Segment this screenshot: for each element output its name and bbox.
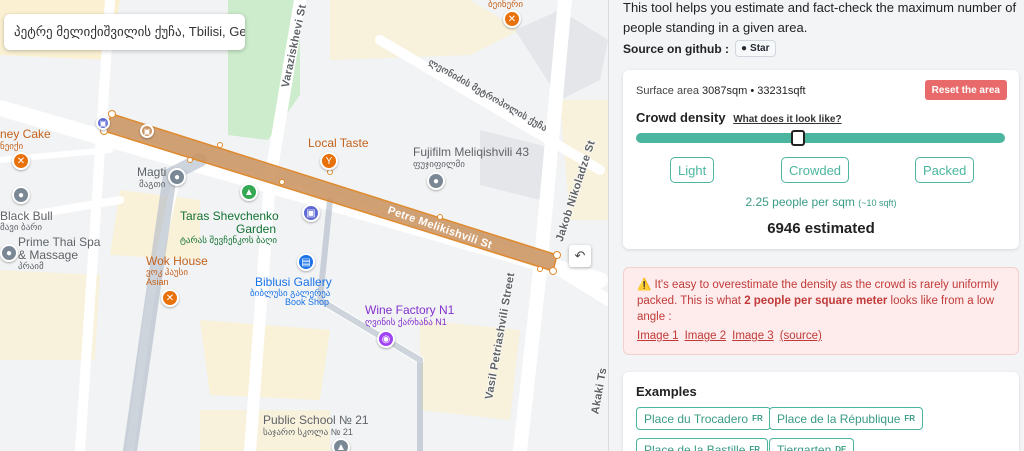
shop-icon[interactable]: ● bbox=[168, 168, 186, 186]
examples-card: Examples Place du Trocadero FR Place de l… bbox=[623, 372, 1019, 451]
github-icon: ● bbox=[741, 43, 748, 54]
poi-magti-ka: მაგთი bbox=[139, 179, 166, 189]
density-help-link[interactable]: What does it look like? bbox=[733, 114, 841, 125]
warning-icon: ⚠️ bbox=[637, 279, 655, 291]
estimate-total: 6946 estimated bbox=[767, 220, 875, 237]
bus-stop-icon[interactable]: ▣ bbox=[140, 124, 154, 138]
example-tag: DE bbox=[835, 445, 847, 451]
image-1-link[interactable]: Image 1 bbox=[637, 330, 679, 342]
poi-public-school-ka: საჯარო სკოლა № 21 bbox=[263, 427, 353, 437]
search-box[interactable]: პეტრე მელიქიშვილის ქუჩა, Tbilisi, Ge... bbox=[4, 14, 245, 50]
school-icon[interactable]: ▲ bbox=[332, 438, 350, 451]
surface-value: 3087sqm • 33231sqft bbox=[702, 85, 806, 97]
spa-icon[interactable]: ● bbox=[0, 244, 18, 262]
poi-fujifilm-ka: ფუჯიფილმი bbox=[413, 159, 465, 169]
example-label: Place de la République bbox=[777, 411, 901, 426]
poi-prime-thai-ka: პრაიმ bbox=[18, 261, 44, 271]
ppl-value: 2.25 people per sqm bbox=[745, 195, 855, 209]
poi-top-ka: ბეინერი bbox=[488, 0, 523, 9]
undo-icon[interactable]: ↶ bbox=[569, 245, 591, 267]
poi-taras-ka: ტარას შევჩენკოს ბაღი bbox=[180, 235, 278, 245]
poi-magti[interactable]: Magti bbox=[137, 165, 166, 179]
poi-biblusi-sub: Book Shop bbox=[285, 297, 330, 307]
example-label: Tiergarten bbox=[777, 442, 832, 451]
github-row: Source on github : ● Star bbox=[623, 40, 776, 57]
camera-icon[interactable]: ◉ bbox=[377, 330, 395, 348]
reset-area-button[interactable]: Reset the area bbox=[924, 80, 1007, 100]
github-star-button[interactable]: ● Star bbox=[735, 40, 776, 57]
bar-icon[interactable]: ● bbox=[12, 186, 30, 204]
warning-links: Image 1 Image 2 Image 3 (source) bbox=[637, 330, 822, 342]
example-tiergarten-button[interactable]: Tiergarten DE bbox=[769, 438, 855, 451]
example-trocadero-button[interactable]: Place du Trocadero FR bbox=[636, 407, 771, 430]
warning-text: ⚠️ It's easy to overestimate the density… bbox=[637, 277, 1012, 325]
poi-local-taste[interactable]: Local Taste bbox=[308, 136, 369, 150]
image-2-link[interactable]: Image 2 bbox=[685, 330, 727, 342]
fork-knife-icon[interactable]: ✕ bbox=[161, 289, 179, 307]
example-label: Place de la Bastille bbox=[644, 442, 746, 451]
preset-packed-button[interactable]: Packed bbox=[915, 157, 975, 183]
poi-fujifilm[interactable]: Fujifilm Meliqishvili 43 bbox=[413, 145, 529, 159]
estimate-card: Surface area 3087sqm • 33231sqft Reset t… bbox=[623, 70, 1019, 249]
density-label: Crowd density bbox=[636, 110, 726, 125]
camera-icon[interactable]: ● bbox=[427, 172, 445, 190]
example-tag: FR bbox=[749, 445, 761, 451]
shopping-bag-icon[interactable]: ▤ bbox=[297, 253, 315, 271]
example-republique-button[interactable]: Place de la République FR bbox=[769, 407, 924, 430]
star-label: Star bbox=[750, 43, 770, 54]
surface-label: Surface area bbox=[636, 85, 699, 97]
example-tag: FR bbox=[904, 414, 916, 423]
density-slider-thumb[interactable] bbox=[791, 130, 806, 146]
source-link[interactable]: (source) bbox=[780, 330, 822, 342]
side-panel: This tool helps you estimate and fact-ch… bbox=[608, 0, 1024, 451]
bus-stop-icon[interactable]: ▣ bbox=[96, 116, 110, 130]
map-base bbox=[0, 0, 608, 451]
poi-wine-factory[interactable]: Wine Factory N1 bbox=[365, 303, 454, 317]
tree-icon[interactable]: ▲ bbox=[240, 183, 258, 201]
density-slider[interactable] bbox=[636, 133, 1005, 143]
poi-wine-factory-ka: ღვინის ქარხანა N1 bbox=[365, 317, 447, 327]
preset-light-button[interactable]: Light bbox=[670, 157, 715, 183]
examples-title: Examples bbox=[636, 384, 697, 399]
people-per-sqm: 2.25 people per sqm (~10 sqft) bbox=[623, 195, 1019, 209]
fork-knife-icon[interactable]: ✕ bbox=[503, 10, 521, 28]
poi-honey-cake-ka: ნეიქი bbox=[0, 141, 24, 151]
example-tag: FR bbox=[752, 414, 763, 423]
poi-honey-cake[interactable]: ney Cake bbox=[0, 127, 51, 141]
map-view[interactable]: Varazis​khevi St Petre Melikishvili St V… bbox=[0, 0, 608, 451]
poi-public-school[interactable]: Public School № 21 bbox=[263, 413, 369, 427]
cup-icon[interactable]: Y bbox=[320, 152, 338, 170]
poi-black-bull-ka: მავი ბარი bbox=[0, 222, 43, 232]
example-bastille-button[interactable]: Place de la Bastille FR bbox=[636, 438, 769, 451]
preset-crowded-button[interactable]: Crowded bbox=[781, 157, 850, 183]
github-label: Source on github : bbox=[623, 41, 729, 56]
warning-bold: 2 people per square meter bbox=[744, 295, 888, 307]
image-3-link[interactable]: Image 3 bbox=[732, 330, 774, 342]
example-label: Place du Trocadero bbox=[644, 411, 749, 426]
poi-wok-house-sub: Asian bbox=[146, 277, 169, 287]
warning-card: ⚠️ It's easy to overestimate the density… bbox=[623, 267, 1019, 355]
ppl-sqft: (~10 sqft) bbox=[858, 198, 897, 208]
density-heading: Crowd density What does it look like? bbox=[636, 110, 842, 125]
surface-area: Surface area 3087sqm • 33231sqft bbox=[636, 85, 806, 97]
intro-text: This tool helps you estimate and fact-ch… bbox=[623, 0, 1017, 35]
fork-knife-icon[interactable]: ✕ bbox=[12, 152, 30, 170]
building-icon[interactable]: ▣ bbox=[302, 204, 320, 222]
